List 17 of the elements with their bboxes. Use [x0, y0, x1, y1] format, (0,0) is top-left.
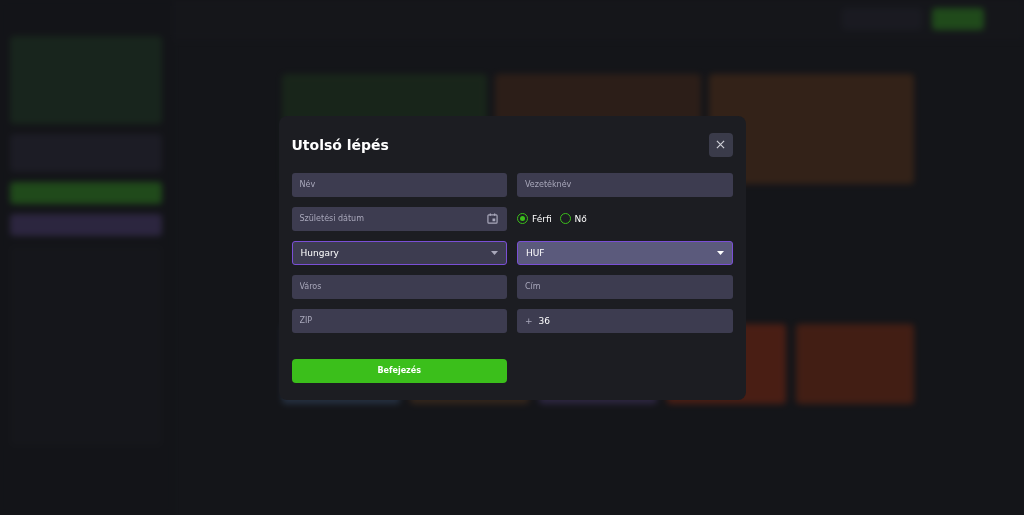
input-field[interactable]: Név — [291, 172, 507, 197]
calendar-icon — [487, 212, 498, 224]
input-field[interactable]: Cím — [517, 274, 733, 299]
input-field[interactable]: Város — [291, 274, 507, 299]
input-field[interactable]: ZIP — [291, 308, 507, 333]
dialog-title: Utolsó lépés — [291, 136, 389, 153]
caret-icon — [491, 250, 498, 255]
gender-radio[interactable]: Férfi — [517, 213, 552, 224]
input-field[interactable]: Vezetéknév — [517, 172, 733, 197]
date-field[interactable]: Születési dátum — [291, 206, 507, 231]
gender-radio[interactable]: Nő — [559, 213, 587, 224]
phone-field[interactable]: + 36 — [517, 308, 733, 333]
close-button[interactable] — [708, 132, 733, 157]
close-icon — [716, 140, 725, 149]
select-field[interactable]: HUF — [517, 240, 733, 265]
caret-icon — [716, 250, 724, 255]
select-field[interactable]: Hungary — [291, 240, 507, 265]
